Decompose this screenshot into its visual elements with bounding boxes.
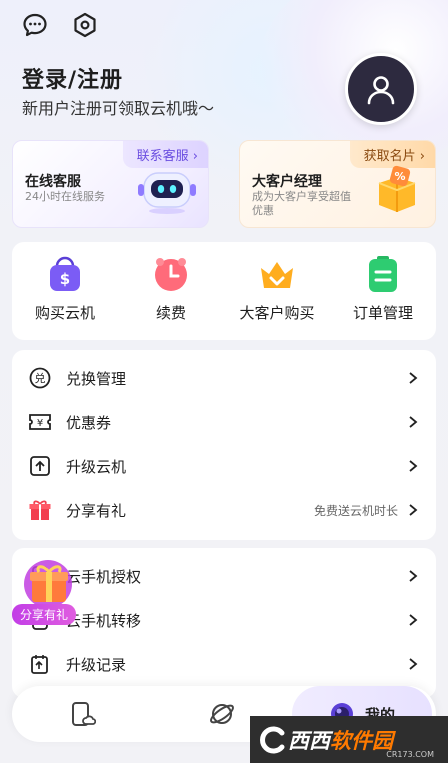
action-label: 购买云机 — [34, 304, 95, 322]
coupon-icon: ¥ — [28, 410, 52, 434]
planet-icon — [210, 704, 234, 724]
key-account-buy-button[interactable]: 大客户购买 — [227, 254, 327, 323]
purchase-bag-icon: $ — [50, 256, 80, 291]
cloud-phone-icon — [72, 702, 96, 726]
login-register-title[interactable]: 登录/注册 — [22, 62, 123, 94]
menu-item-upgrade-record[interactable]: 升级记录 — [12, 642, 436, 686]
action-label: 订单管理 — [352, 304, 413, 322]
chevron-right-icon — [409, 460, 418, 472]
card-desc: 成为大客户享受超值优惠 — [252, 190, 351, 217]
clock-icon — [155, 258, 187, 291]
menu-item-coupon[interactable]: ¥ 优惠券 — [12, 400, 436, 444]
card-title: 在线客服 — [25, 174, 81, 190]
account-menu: 兑 兑换管理 ¥ 优惠券 升级云机 分享有礼 免费送云机时长 — [12, 350, 436, 540]
chevron-right-icon — [409, 570, 418, 582]
menu-label: 兑换管理 — [66, 369, 127, 388]
crown-icon — [261, 262, 293, 288]
menu-item-exchange[interactable]: 兑 兑换管理 — [12, 356, 436, 400]
gift-icon — [28, 498, 52, 522]
menu-label: 云手机授权 — [66, 567, 142, 586]
gift-box-icon — [24, 560, 72, 608]
menu-label: 分享有礼 — [66, 501, 127, 520]
order-management-button[interactable]: 订单管理 — [333, 254, 433, 323]
user-icon — [367, 76, 395, 105]
chevron-right-icon — [409, 614, 418, 626]
register-hint: 新用户注册可领取云机哦～ — [22, 99, 215, 118]
svg-text:¥: ¥ — [37, 418, 43, 429]
robot-icon — [138, 167, 196, 219]
card-title: 大客户经理 — [252, 174, 322, 190]
svg-text:$: $ — [60, 270, 70, 288]
order-list-icon — [369, 256, 397, 292]
key-account-card[interactable]: 获取名片 › 大客户经理 成为大客户享受超值优惠 % — [239, 140, 436, 228]
discount-box-icon: % — [371, 163, 423, 219]
top-icon-bar — [20, 10, 100, 40]
buy-cloud-phone-button[interactable]: $ 购买云机 — [15, 254, 115, 323]
menu-label: 云手机转移 — [66, 611, 142, 630]
menu-label: 升级云机 — [66, 457, 127, 476]
tab-discover[interactable] — [192, 686, 252, 742]
chevron-right-icon — [409, 658, 418, 670]
upgrade-icon — [28, 454, 52, 478]
menu-item-upgrade[interactable]: 升级云机 — [12, 444, 436, 488]
avatar[interactable] — [345, 53, 417, 125]
quick-actions-panel: $ 购买云机 续费 大客户购买 订单管理 — [12, 242, 436, 340]
settings-icon[interactable] — [70, 10, 100, 40]
chevron-right-icon — [409, 504, 418, 516]
svg-text:兑: 兑 — [35, 371, 46, 385]
watermark-c-icon — [260, 726, 285, 753]
watermark-text: 西西软件园 — [288, 728, 393, 753]
card-desc: 24小时在线服务 — [25, 190, 105, 203]
tab-cloud-phone[interactable] — [52, 686, 112, 742]
menu-label: 优惠券 — [66, 413, 112, 432]
watermark-logo: 西西软件园 CR173.COM — [250, 716, 448, 763]
record-icon — [28, 652, 52, 676]
contact-service-tag[interactable]: 联系客服 › — [122, 141, 208, 168]
floating-share-gift[interactable]: 分享有礼 — [12, 556, 86, 628]
action-label: 续费 — [155, 304, 186, 322]
message-icon[interactable] — [20, 10, 50, 40]
menu-label: 升级记录 — [66, 655, 127, 674]
action-label: 大客户购买 — [239, 304, 315, 322]
watermark-sub: CR173.COM — [386, 750, 434, 759]
svg-text:%: % — [394, 170, 405, 183]
chevron-right-icon — [409, 416, 418, 428]
menu-item-share-gift[interactable]: 分享有礼 免费送云机时长 — [12, 488, 436, 532]
share-gift-badge[interactable]: 分享有礼 — [12, 604, 77, 625]
renew-button[interactable]: 续费 — [121, 254, 221, 323]
share-gift-hint: 免费送云机时长 — [313, 503, 398, 518]
exchange-icon: 兑 — [28, 366, 52, 390]
chevron-right-icon — [409, 372, 418, 384]
online-service-card[interactable]: 联系客服 › 在线客服 24小时在线服务 — [12, 140, 209, 228]
